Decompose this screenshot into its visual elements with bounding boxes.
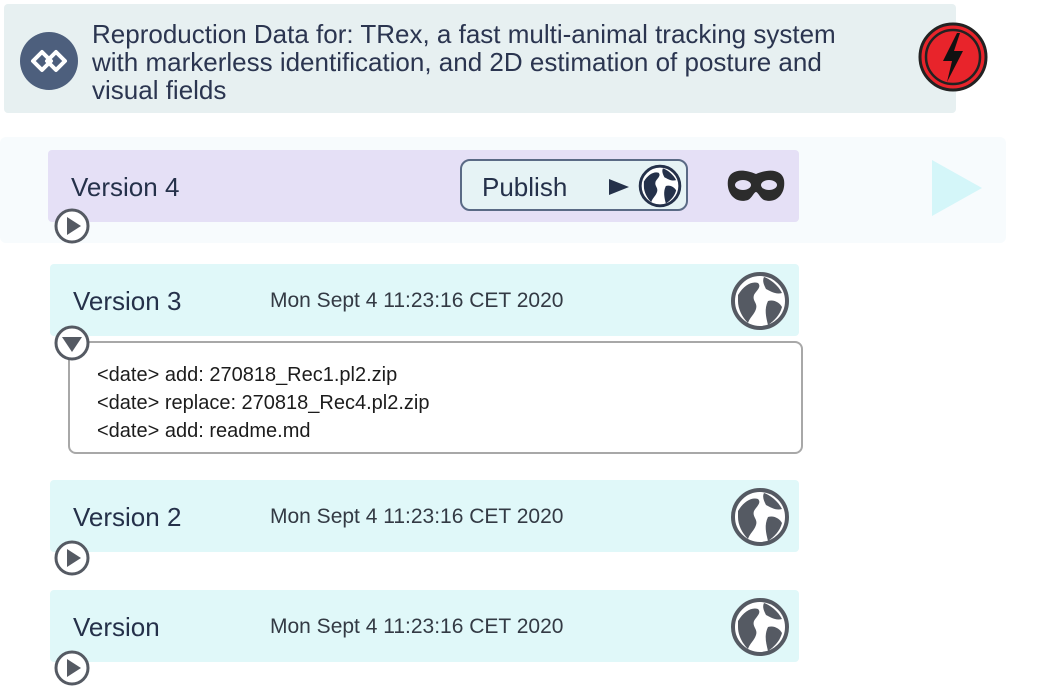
changelog-entry: <date> add: readme.md [97, 420, 311, 442]
play-right-circle-icon[interactable] [54, 650, 90, 686]
version-changelog: <date> add: 270818_Rec1.pl2.zip <date> r… [68, 341, 803, 454]
version-name: Version 2 [73, 502, 182, 532]
version-date: Mon Sept 4 11:23:16 CET 2020 [270, 615, 564, 638]
play-right-circle-icon[interactable] [54, 208, 90, 244]
version-row[interactable]: Version 3 Mon Sept 4 11:23:16 CET 2020 [50, 264, 799, 336]
version-name: Version 3 [73, 286, 182, 316]
version-row[interactable]: Version 2 Mon Sept 4 11:23:16 CET 2020 [50, 480, 799, 552]
globe-icon[interactable] [730, 487, 790, 547]
globe-icon[interactable] [730, 271, 790, 331]
globe-icon[interactable] [730, 597, 790, 657]
publish-button-label: Publish [482, 172, 568, 202]
mask-icon[interactable] [724, 166, 788, 206]
dataset-header: Reproduction Data for: TRex, a fast mult… [4, 4, 956, 113]
publish-button[interactable]: Publish [460, 159, 688, 211]
version-name: Version [73, 612, 160, 642]
dataset-logo-icon [20, 32, 78, 90]
globe-icon [638, 164, 682, 208]
next-arrow-icon[interactable] [930, 158, 984, 218]
dataset-title: Reproduction Data for: TRex, a fast mult… [92, 19, 836, 105]
version-name: Version 4 [71, 172, 180, 202]
lightning-alert-icon[interactable] [917, 21, 989, 93]
play-right-icon [609, 179, 629, 195]
changelog-entry: <date> add: 270818_Rec1.pl2.zip [97, 364, 398, 386]
play-right-circle-icon[interactable] [54, 540, 90, 576]
version-row-current[interactable]: Version 4 Publish [48, 150, 799, 222]
version-date: Mon Sept 4 11:23:16 CET 2020 [270, 289, 564, 312]
chevron-down-circle-icon[interactable] [54, 325, 90, 361]
changelog-entry: <date> replace: 270818_Rec4.pl2.zip [97, 392, 430, 414]
version-row[interactable]: Version Mon Sept 4 11:23:16 CET 2020 [50, 590, 799, 662]
version-date: Mon Sept 4 11:23:16 CET 2020 [270, 505, 564, 528]
